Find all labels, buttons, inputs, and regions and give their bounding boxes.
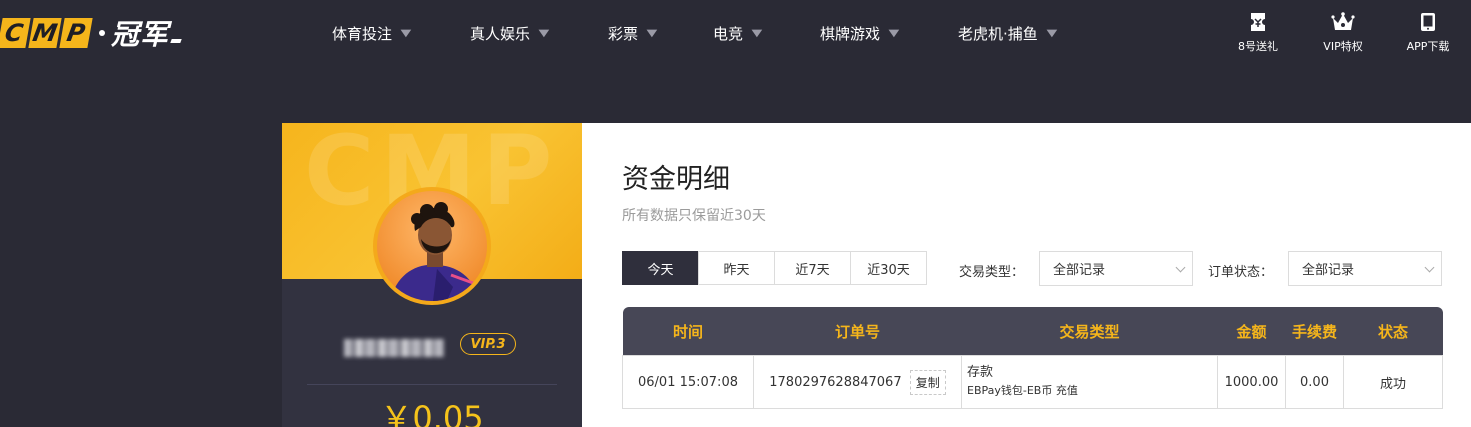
page-subtitle: 所有数据只保留近30天 xyxy=(622,208,766,224)
app-download-link[interactable]: APP下载 xyxy=(1393,12,1463,54)
cell-amount: 1000.00 xyxy=(1217,355,1286,409)
table-header-row: 时间 订单号 交易类型 金额 手续费 状态 xyxy=(622,307,1443,356)
transaction-type-value: 全部记录 xyxy=(1053,263,1106,278)
nav-item-live-casino[interactable]: 真人娱乐 ▼ xyxy=(470,23,550,44)
chevron-down-icon xyxy=(1175,262,1186,273)
logo-letter-m: M xyxy=(28,18,62,48)
column-header-status: 状态 xyxy=(1343,307,1443,356)
tab-last-30-days[interactable]: 近30天 xyxy=(850,251,927,285)
nav-label: 棋牌游戏 xyxy=(820,25,881,43)
vip-label: VIP特权 xyxy=(1323,40,1363,53)
cell-time: 06/01 15:07:08 xyxy=(622,355,754,409)
chevron-down-icon: ▼ xyxy=(538,28,550,39)
cell-transaction-type: 存款 EBPay钱包-EB币 充值 xyxy=(961,355,1218,409)
transaction-type-select[interactable]: 全部记录 xyxy=(1039,251,1193,286)
crown-icon xyxy=(1331,12,1355,30)
nav-item-slots-fishing[interactable]: 老虎机·捕鱼 ▼ xyxy=(958,23,1058,44)
logo-tail-mark xyxy=(170,39,182,43)
transaction-type-main: 存款 xyxy=(967,365,994,380)
tab-today[interactable]: 今天 xyxy=(622,251,699,285)
vip-level-badge: VIP.3 xyxy=(460,333,516,355)
gift-label: 8号送礼 xyxy=(1238,40,1278,53)
app-download-label: APP下载 xyxy=(1406,40,1450,53)
order-number: 1780297628847067 xyxy=(769,374,902,390)
transaction-type-label: 交易类型： xyxy=(959,265,1025,280)
fund-details-table: 时间 订单号 交易类型 金额 手续费 状态 06/01 15:07:08 178… xyxy=(622,307,1443,409)
column-header-amount: 金额 xyxy=(1217,307,1286,356)
order-status-value: 全部记录 xyxy=(1302,263,1355,278)
wallet-balance: ￥0.05 xyxy=(380,399,484,427)
nav-item-sports[interactable]: 体育投注 ▼ xyxy=(332,23,412,44)
date-range-tabs: 今天 昨天 近7天 近30天 xyxy=(622,251,927,285)
order-status-select[interactable]: 全部记录 xyxy=(1288,251,1442,286)
column-header-fee: 手续费 xyxy=(1285,307,1344,356)
logo-chinese-text: 冠军 xyxy=(111,18,170,51)
column-header-order-no: 订单号 xyxy=(753,307,962,356)
chevron-down-icon: ▼ xyxy=(751,28,763,39)
vip-link[interactable]: VIP特权 xyxy=(1308,12,1378,54)
column-header-time: 时间 xyxy=(622,307,754,356)
logo-dot xyxy=(99,30,105,36)
chevron-down-icon xyxy=(1424,262,1435,273)
gift-link[interactable]: 8号送礼 xyxy=(1223,12,1293,54)
cell-fee: 0.00 xyxy=(1285,355,1344,409)
table-row: 06/01 15:07:08 1780297628847067 复制 存款 EB… xyxy=(622,355,1443,409)
tab-last-7-days[interactable]: 近7天 xyxy=(774,251,851,285)
cell-order-no: 1780297628847067 复制 xyxy=(753,355,962,409)
fund-details-panel: 资金明细 所有数据只保留近30天 今天 昨天 近7天 近30天 交易类型： 全部… xyxy=(582,123,1471,427)
chevron-down-icon: ▼ xyxy=(888,28,900,39)
profile-card: CMP VIP.3 ￥0.05 xyxy=(282,123,582,427)
username-blurred xyxy=(344,339,444,357)
player-avatar-image xyxy=(377,191,487,301)
nav-label: 体育投注 xyxy=(332,25,393,43)
nav-label: 老虎机·捕鱼 xyxy=(958,25,1038,43)
avatar[interactable] xyxy=(373,187,491,305)
cell-status: 成功 xyxy=(1343,355,1443,409)
site-logo[interactable]: C M P 冠军 xyxy=(0,13,182,53)
tab-yesterday[interactable]: 昨天 xyxy=(698,251,775,285)
nav-label: 电竞 xyxy=(713,25,744,43)
gift-ticket-icon xyxy=(1251,13,1265,31)
phone-icon xyxy=(1421,13,1435,31)
page-title: 资金明细 xyxy=(622,164,730,195)
top-navigation-bar: C M P 冠军 体育投注 ▼ 真人娱乐 ▼ 彩票 ▼ 电竞 ▼ 棋牌游戏 ▼ … xyxy=(0,0,1471,68)
divider xyxy=(307,384,557,385)
nav-label: 彩票 xyxy=(608,25,639,43)
chevron-down-icon: ▼ xyxy=(400,28,412,39)
nav-item-esports[interactable]: 电竞 ▼ xyxy=(713,23,763,44)
column-header-type: 交易类型 xyxy=(961,307,1218,356)
nav-label: 真人娱乐 xyxy=(470,25,531,43)
logo-letter-p: P xyxy=(59,18,93,48)
copy-button[interactable]: 复制 xyxy=(909,369,946,395)
nav-item-card-games[interactable]: 棋牌游戏 ▼ xyxy=(820,23,900,44)
order-status-label: 订单状态： xyxy=(1208,265,1274,280)
chevron-down-icon: ▼ xyxy=(1046,28,1058,39)
logo-letter-c: C xyxy=(0,18,31,48)
transaction-type-detail: EBPay钱包-EB币 充值 xyxy=(967,384,1078,397)
chevron-down-icon: ▼ xyxy=(646,28,658,39)
nav-item-lottery[interactable]: 彩票 ▼ xyxy=(608,23,658,44)
